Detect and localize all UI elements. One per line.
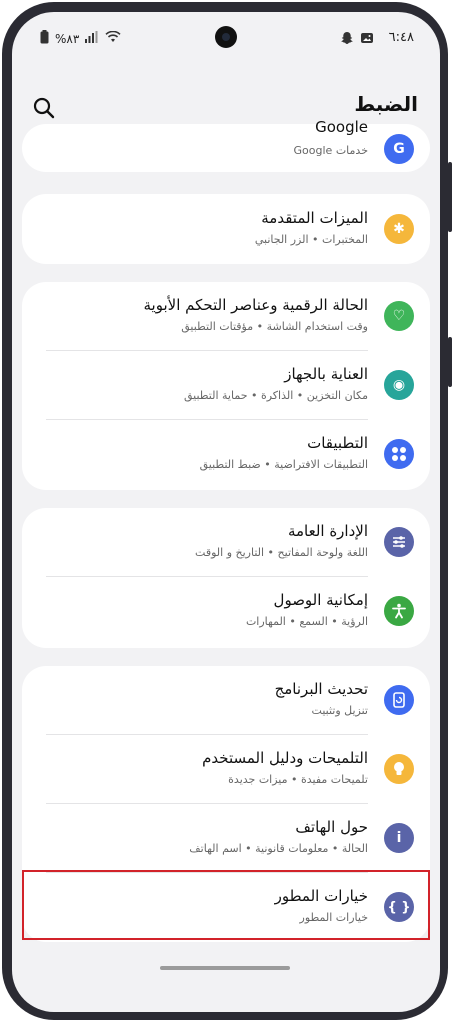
settings-item-label: الحالة الرقمية وعناصر التحكم الأبوية — [143, 296, 368, 314]
settings-item-subtitle: الحالة • معلومات قانونية • اسم الهاتف — [189, 842, 368, 855]
settings-item-subtitle: تلميحات مفيدة • ميزات جديدة — [228, 773, 368, 786]
gear-plus-icon: ✱ — [384, 214, 414, 244]
settings-item-general-management[interactable]: الإدارة العامة اللغة ولوحة المفاتيح • ال… — [22, 508, 430, 576]
settings-card-general: الإدارة العامة اللغة ولوحة المفاتيح • ال… — [22, 508, 430, 648]
settings-item-advanced-features[interactable]: ✱ الميزات المتقدمة المختبرات • الزر الجا… — [22, 194, 430, 264]
settings-item-subtitle: مكان التخزين • الذاكرة • حماية التطبيق — [183, 389, 368, 402]
settings-card-device: ♡ الحالة الرقمية وعناصر التحكم الأبوية و… — [22, 282, 430, 490]
screen: ٦:٤٨ %٨٣ الضبط G Google خدمات Google ✱ ا… — [12, 12, 440, 1012]
search-icon — [33, 97, 55, 119]
search-button[interactable] — [32, 96, 56, 120]
settings-item-tips[interactable]: التلميحات ودليل المستخدم تلميحات مفيدة •… — [22, 735, 430, 803]
status-bar: ٦:٤٨ %٨٣ — [12, 12, 440, 56]
front-camera — [215, 26, 237, 48]
settings-item-subtitle: اللغة ولوحة المفاتيح • التاريخ و الوقت — [195, 546, 368, 559]
settings-card-google: G Google خدمات Google — [22, 118, 430, 172]
power-button — [448, 337, 452, 387]
software-update-icon — [384, 685, 414, 715]
settings-item-label: الإدارة العامة — [287, 522, 368, 540]
device-care-icon: ◉ — [384, 370, 414, 400]
settings-item-label: Google — [315, 118, 368, 136]
signal-icon — [85, 31, 99, 46]
settings-item-subtitle: تنزيل وتثبيت — [311, 704, 368, 717]
snapchat-icon — [340, 30, 354, 49]
settings-item-apps[interactable]: التطبيقات التطبيقات الافتراضية • ضبط الت… — [22, 420, 430, 488]
settings-item-label: التطبيقات — [307, 434, 368, 452]
settings-item-device-care[interactable]: ◉ العناية بالجهاز مكان التخزين • الذاكرة… — [22, 351, 430, 419]
wifi-icon — [105, 30, 121, 46]
lightbulb-icon — [384, 754, 414, 784]
status-time: ٦:٤٨ — [388, 30, 414, 45]
battery-icon — [40, 30, 49, 47]
highlight-box — [22, 870, 430, 940]
settings-item-label: حول الهاتف — [295, 818, 368, 836]
app-header: الضبط — [12, 86, 440, 126]
page-title: الضبط — [354, 92, 418, 116]
apps-grid-icon — [384, 439, 414, 469]
settings-item-label: التلميحات ودليل المستخدم — [202, 749, 368, 767]
settings-item-subtitle: خدمات Google — [293, 144, 368, 157]
settings-item-software-update[interactable]: تحديث البرنامج تنزيل وتثبيت — [22, 666, 430, 734]
settings-item-subtitle: المختبرات • الزر الجانبي — [254, 233, 368, 246]
sliders-icon — [384, 527, 414, 557]
settings-item-digital-wellbeing[interactable]: ♡ الحالة الرقمية وعناصر التحكم الأبوية و… — [22, 282, 430, 350]
settings-item-label: الميزات المتقدمة — [261, 209, 368, 227]
settings-item-about-phone[interactable]: i حول الهاتف الحالة • معلومات قانونية • … — [22, 804, 430, 872]
settings-item-subtitle: التطبيقات الافتراضية • ضبط التطبيق — [199, 458, 368, 471]
gallery-icon — [360, 30, 374, 49]
google-icon: G — [384, 134, 414, 164]
settings-item-label: إمكانية الوصول — [273, 591, 368, 609]
settings-item-subtitle: الرؤية • السمع • المهارات — [245, 615, 368, 628]
home-indicator[interactable] — [160, 966, 290, 970]
settings-item-accessibility[interactable]: إمكانية الوصول الرؤية • السمع • المهارات — [22, 577, 430, 645]
settings-card-advanced: ✱ الميزات المتقدمة المختبرات • الزر الجا… — [22, 194, 430, 264]
settings-item-google[interactable]: G Google خدمات Google — [22, 118, 430, 172]
accessibility-icon — [384, 596, 414, 626]
phone-frame: ٦:٤٨ %٨٣ الضبط G Google خدمات Google ✱ ا… — [2, 2, 452, 1020]
settings-item-label: تحديث البرنامج — [274, 680, 368, 698]
info-icon: i — [384, 823, 414, 853]
volume-button — [448, 162, 452, 232]
settings-item-subtitle: وقت استخدام الشاشة • مؤقتات التطبيق — [181, 320, 368, 333]
digital-wellbeing-icon: ♡ — [384, 301, 414, 331]
settings-item-label: العناية بالجهاز — [284, 365, 368, 383]
battery-percent: %٨٣ — [55, 31, 80, 46]
